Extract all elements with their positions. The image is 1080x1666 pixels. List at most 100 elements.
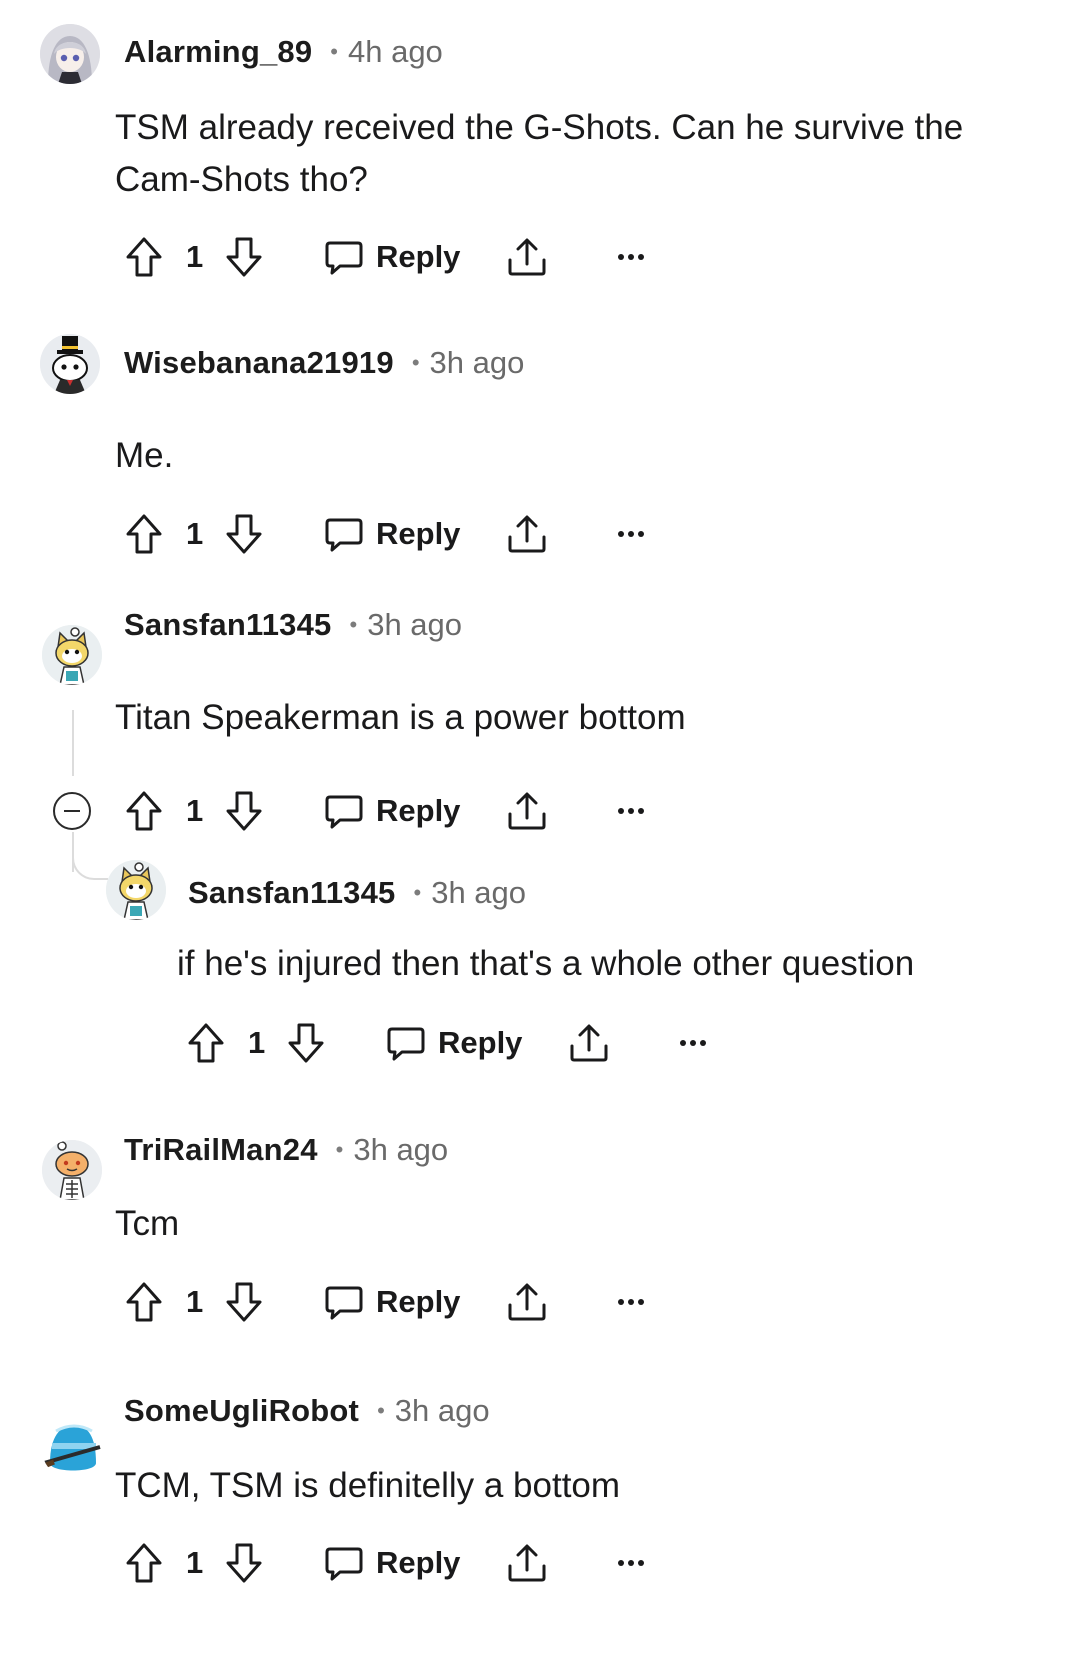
share-button[interactable] (506, 509, 548, 559)
avatar[interactable] (42, 625, 102, 685)
comment-actions: 1 Reply (124, 509, 684, 559)
meta-separator: • (349, 612, 358, 637)
collapse-thread-button[interactable] (53, 792, 91, 830)
avatar[interactable] (42, 1140, 102, 1200)
reply-button[interactable]: Reply (324, 1277, 460, 1327)
more-dots-icon (618, 1299, 644, 1305)
comment-meta: Alarming_89 • 4h ago (124, 32, 443, 72)
more-options-button[interactable] (616, 232, 646, 282)
upvote-button[interactable] (124, 232, 164, 282)
meta-separator: • (335, 1137, 344, 1162)
author-name[interactable]: Alarming_89 (124, 34, 312, 70)
reply-button[interactable]: Reply (324, 1538, 460, 1588)
reply-button[interactable]: Reply (324, 509, 460, 559)
downvote-button[interactable] (224, 1277, 264, 1327)
upvote-button[interactable] (124, 786, 164, 836)
comment-body: TSM already received the G-Shots. Can he… (115, 108, 964, 199)
downvote-button[interactable] (224, 509, 264, 559)
timestamp: 4h ago (347, 34, 443, 69)
author-name[interactable]: Sansfan11345 (124, 607, 332, 643)
author-name[interactable]: SomeUgliRobot (124, 1393, 359, 1429)
more-dots-icon (618, 1560, 644, 1566)
robot-helmet-avatar-icon (42, 1419, 102, 1479)
comment-meta: TriRailMan24 • 3h ago (124, 1130, 448, 1170)
anime-avatar-icon (40, 24, 100, 84)
speech-bubble-icon (325, 241, 363, 275)
more-options-button[interactable] (616, 1538, 646, 1588)
thread-branch-curve (72, 848, 108, 880)
skeleton-snoo-avatar-icon (42, 1140, 102, 1200)
more-options-button[interactable] (616, 786, 646, 836)
more-dots-icon (680, 1040, 706, 1046)
arrow-down-outline-icon (226, 1543, 262, 1583)
avatar[interactable] (40, 24, 100, 84)
more-options-button[interactable] (616, 509, 646, 559)
comment-body: Me. (115, 436, 174, 475)
comment-actions: 1 Reply (124, 1538, 684, 1588)
meta-separator: • (411, 350, 420, 375)
reply-label: Reply (376, 793, 461, 828)
arrow-down-outline-icon (226, 514, 262, 554)
vote-score: 1 (186, 786, 203, 836)
thread-line[interactable] (72, 710, 74, 776)
arrow-up-outline-icon (126, 1282, 162, 1322)
comment-body: Titan Speakerman is a power bottom (115, 698, 686, 737)
comment-actions: 1 Reply (124, 1277, 684, 1327)
more-options-button[interactable] (678, 1018, 708, 1068)
arrow-up-outline-icon (188, 1023, 224, 1063)
reply-label: Reply (376, 239, 461, 274)
share-upload-icon (508, 1283, 546, 1321)
more-options-button[interactable] (616, 1277, 646, 1327)
comment-actions: 1 Reply (124, 232, 684, 282)
author-name[interactable]: Sansfan11345 (188, 875, 396, 911)
arrow-up-outline-icon (126, 791, 162, 831)
reply-label: Reply (438, 1025, 523, 1060)
share-button[interactable] (506, 786, 548, 836)
cat-snoo-avatar-icon (42, 625, 102, 685)
upvote-button[interactable] (124, 1277, 164, 1327)
arrow-down-outline-icon (226, 237, 262, 277)
reply-button[interactable]: Reply (324, 786, 460, 836)
avatar[interactable] (40, 334, 100, 394)
upvote-button[interactable] (186, 1018, 226, 1068)
score-label: 1 (186, 1284, 204, 1319)
avatar[interactable] (106, 860, 166, 920)
downvote-button[interactable] (286, 1018, 326, 1068)
comment-meta: Wisebanana21919 • 3h ago (124, 343, 524, 383)
score-label: 1 (248, 1025, 266, 1060)
score-label: 1 (186, 1545, 204, 1580)
downvote-button[interactable] (224, 232, 264, 282)
share-button[interactable] (506, 1538, 548, 1588)
arrow-down-outline-icon (226, 1282, 262, 1322)
avatar[interactable] (42, 1419, 102, 1479)
speech-bubble-icon (325, 795, 363, 829)
arrow-up-outline-icon (126, 1543, 162, 1583)
share-upload-icon (508, 1544, 546, 1582)
timestamp: 3h ago (353, 1132, 449, 1167)
author-name[interactable]: Wisebanana21919 (124, 345, 394, 381)
downvote-button[interactable] (224, 1538, 264, 1588)
downvote-button[interactable] (224, 786, 264, 836)
upvote-button[interactable] (124, 509, 164, 559)
upvote-button[interactable] (124, 1538, 164, 1588)
share-button[interactable] (506, 232, 548, 282)
reply-button[interactable]: Reply (324, 232, 460, 282)
comment-actions: 1 Reply (124, 786, 684, 836)
comment-body: Tcm (115, 1204, 180, 1243)
reply-label: Reply (376, 516, 461, 551)
reply-label: Reply (376, 1284, 461, 1319)
more-dots-icon (618, 254, 644, 260)
comment-meta: SomeUgliRobot • 3h ago (124, 1391, 490, 1431)
meta-separator: • (413, 880, 422, 905)
share-button[interactable] (506, 1277, 548, 1327)
arrow-up-outline-icon (126, 237, 162, 277)
vote-score: 1 (186, 1538, 203, 1588)
vote-score: 1 (186, 1277, 203, 1327)
share-button[interactable] (568, 1018, 610, 1068)
arrow-down-outline-icon (288, 1023, 324, 1063)
vote-score: 1 (186, 509, 203, 559)
reply-button[interactable]: Reply (386, 1018, 522, 1068)
speech-bubble-icon (325, 1286, 363, 1320)
author-name[interactable]: TriRailMan24 (124, 1132, 318, 1168)
cat-snoo-avatar-icon (106, 860, 166, 920)
